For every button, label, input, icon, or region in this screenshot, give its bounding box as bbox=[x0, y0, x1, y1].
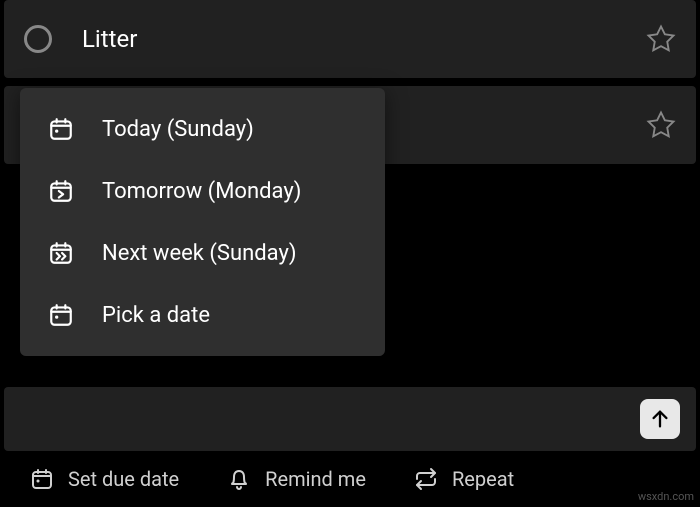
calendar-nextweek-icon bbox=[48, 240, 74, 266]
dropdown-item-tomorrow[interactable]: Tomorrow (Monday) bbox=[20, 160, 385, 222]
bell-icon bbox=[227, 467, 251, 491]
submit-button[interactable] bbox=[640, 399, 680, 439]
star-icon[interactable] bbox=[646, 110, 676, 140]
repeat-label: Repeat bbox=[452, 467, 514, 491]
dropdown-item-pickdate[interactable]: Pick a date bbox=[20, 284, 385, 346]
dropdown-label: Next week (Sunday) bbox=[102, 241, 297, 266]
remind-me-button[interactable]: Remind me bbox=[227, 467, 366, 491]
dropdown-label: Tomorrow (Monday) bbox=[102, 179, 301, 204]
task-title: Litter bbox=[82, 25, 646, 53]
remind-label: Remind me bbox=[265, 467, 366, 491]
task-item[interactable]: Litter bbox=[4, 0, 696, 78]
dropdown-item-nextweek[interactable]: Next week (Sunday) bbox=[20, 222, 385, 284]
bottom-toolbar: Set due date Remind me Repeat bbox=[0, 451, 700, 507]
due-date-dropdown: Today (Sunday) Tomorrow (Monday) Next we… bbox=[20, 88, 385, 356]
dropdown-label: Pick a date bbox=[102, 303, 210, 328]
watermark: wsxdn.com bbox=[638, 490, 694, 503]
arrow-up-icon bbox=[649, 408, 671, 430]
dropdown-label: Today (Sunday) bbox=[102, 117, 254, 142]
calendar-tomorrow-icon bbox=[48, 178, 74, 204]
repeat-button[interactable]: Repeat bbox=[414, 467, 514, 491]
calendar-icon bbox=[30, 467, 54, 491]
star-icon[interactable] bbox=[646, 24, 676, 54]
repeat-icon bbox=[414, 467, 438, 491]
complete-circle[interactable] bbox=[24, 25, 52, 53]
calendar-today-icon bbox=[48, 116, 74, 142]
dropdown-item-today[interactable]: Today (Sunday) bbox=[20, 98, 385, 160]
due-date-label: Set due date bbox=[68, 467, 179, 491]
set-due-date-button[interactable]: Set due date bbox=[30, 467, 179, 491]
new-task-input-area[interactable] bbox=[4, 387, 696, 451]
calendar-pick-icon bbox=[48, 302, 74, 328]
